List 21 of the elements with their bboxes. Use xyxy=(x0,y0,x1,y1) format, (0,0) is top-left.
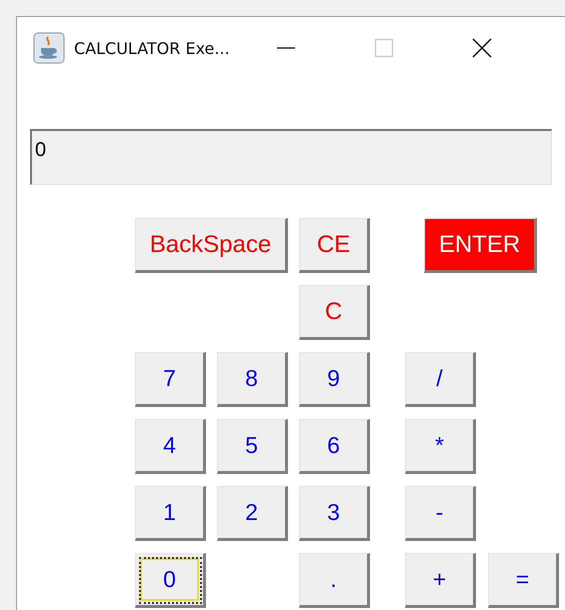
calculator-key[interactable]: / xyxy=(405,352,476,407)
calculator-key[interactable]: ENTER xyxy=(424,218,537,273)
calculator-key[interactable]: 7 xyxy=(135,352,206,407)
close-icon[interactable] xyxy=(472,38,492,58)
calculator-key[interactable]: + xyxy=(405,553,476,608)
calculator-key[interactable]: 0 xyxy=(135,553,206,608)
calculator-key[interactable]: - xyxy=(405,486,476,541)
calculator-key[interactable]: 6 xyxy=(299,419,370,474)
calculator-key[interactable]: 5 xyxy=(217,419,288,474)
calculator-key[interactable]: 2 xyxy=(217,486,288,541)
coffee-cup-icon xyxy=(33,32,65,64)
calculator-key[interactable]: 9 xyxy=(299,352,370,407)
calculator-key[interactable]: 1 xyxy=(135,486,206,541)
calculator-key[interactable]: . xyxy=(299,553,370,608)
calculator-key[interactable]: 3 xyxy=(299,486,370,541)
window-title: CALCULATOR Exe... xyxy=(74,38,230,58)
display-field[interactable]: 0 xyxy=(30,129,552,185)
calculator-key[interactable]: 4 xyxy=(135,419,206,474)
calculator-key[interactable]: 8 xyxy=(217,352,288,407)
calculator-key[interactable]: = xyxy=(488,553,559,608)
calculator-key[interactable]: * xyxy=(405,419,476,474)
